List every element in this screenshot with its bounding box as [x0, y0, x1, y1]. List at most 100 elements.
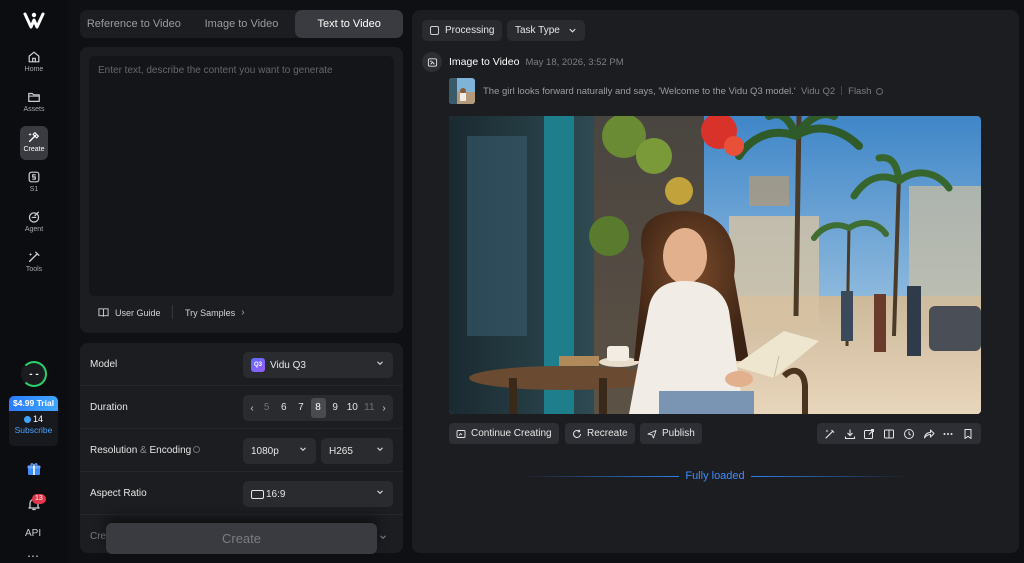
tab-image-to-video[interactable]: Image to Video	[188, 10, 296, 38]
recreate-label: Recreate	[587, 428, 628, 439]
continue-creating-label: Continue Creating	[471, 428, 552, 439]
generated-video-player[interactable]	[449, 116, 981, 414]
chevron-left-icon[interactable]: ‹	[247, 403, 257, 414]
tools-icon	[28, 251, 40, 263]
recreate-icon	[573, 429, 581, 438]
chevron-down-icon	[300, 447, 306, 452]
chevron-down-icon	[377, 361, 383, 366]
settings-panel: Model Q3 Vidu Q3 Duration ‹ 5 6 7 8 9 10…	[80, 343, 403, 553]
duration-option[interactable]: 11	[362, 398, 377, 418]
duration-option[interactable]: 5	[259, 398, 274, 418]
aspect-ratio-label: Aspect Ratio	[90, 488, 147, 499]
model-value: Vidu Q3	[270, 359, 306, 371]
tab-reference-to-video[interactable]: Reference to Video	[80, 10, 188, 38]
duration-option[interactable]: 9	[328, 398, 343, 418]
processing-filter[interactable]: Processing	[422, 20, 503, 41]
bookmark-icon[interactable]	[962, 428, 974, 440]
vidu-logo[interactable]	[22, 10, 46, 32]
vidu-q3-icon: Q3	[251, 358, 265, 372]
subscribe-link[interactable]: Subscribe	[9, 425, 58, 435]
aspect-ratio-value: 16:9	[266, 488, 286, 500]
sidebar-item-label: Tools	[25, 266, 43, 273]
publish-button[interactable]: Publish	[640, 423, 702, 444]
create-icon	[28, 131, 40, 143]
agent-icon	[28, 211, 40, 223]
checkbox-icon	[430, 26, 439, 35]
sidebar-item-create[interactable]: Create	[20, 126, 48, 160]
forward-icon[interactable]	[923, 428, 935, 440]
fully-loaded-indicator: Fully loaded	[522, 468, 909, 484]
video-toolbar	[817, 423, 981, 444]
chevron-down-icon	[569, 28, 576, 33]
more-icon[interactable]	[942, 428, 954, 440]
chevron-right-icon[interactable]: ›	[379, 403, 389, 414]
chevron-down-icon[interactable]	[378, 532, 388, 542]
info-icon	[193, 446, 201, 453]
duration-option[interactable]: 10	[345, 398, 360, 418]
divider	[841, 86, 843, 95]
duration-row: Duration ‹ 5 6 7 8 9 10 11 ›	[80, 386, 403, 429]
encoding-value: H265	[329, 445, 353, 457]
recreate-button[interactable]: Recreate	[565, 423, 635, 444]
aspect-ratio-select[interactable]: 16:9	[243, 481, 393, 507]
duration-option[interactable]: 6	[276, 398, 291, 418]
folder-icon	[28, 92, 40, 102]
info-icon[interactable]	[876, 88, 884, 95]
credits-count: 14	[9, 414, 58, 424]
encoding-select[interactable]: H265	[321, 438, 393, 464]
continue-creating-button[interactable]: Continue Creating	[449, 423, 559, 444]
create-button[interactable]: Create	[106, 523, 377, 554]
aspect-ratio-row: Aspect Ratio 16:9	[80, 472, 403, 515]
task-header: Image to Video May 18, 2026, 3:52 PM	[422, 52, 624, 72]
credit-icon	[23, 416, 31, 423]
model-select[interactable]: Q3 Vidu Q3	[243, 352, 393, 378]
task-title: Image to Video	[449, 56, 520, 68]
trial-price: $4.99 Trial	[9, 396, 58, 411]
sidebar-item-tools[interactable]: Tools	[20, 246, 48, 280]
duration-picker: ‹ 5 6 7 8 9 10 11 ›	[243, 395, 393, 421]
duration-option[interactable]: 7	[293, 398, 308, 418]
sidebar-item-s1[interactable]: S1	[20, 166, 48, 200]
sidebar-item-label: S1	[29, 186, 39, 193]
source-image-thumbnail[interactable]	[449, 78, 475, 104]
model-row: Model Q3 Vidu Q3	[80, 343, 403, 386]
book-icon	[98, 308, 109, 317]
share-out-icon[interactable]	[863, 428, 875, 440]
tab-text-to-video[interactable]: Text to Video	[295, 10, 404, 38]
duration-option-selected[interactable]: 8	[310, 398, 326, 418]
download-icon[interactable]	[844, 428, 856, 440]
resolution-row: Resolution & Encoding 1080p H265	[80, 429, 403, 472]
avatar[interactable]: - -	[21, 361, 47, 387]
sidebar-item-home[interactable]: Home	[20, 46, 48, 80]
sidebar-item-agent[interactable]: Agent	[20, 206, 48, 240]
partial-label: Cre	[90, 531, 107, 542]
user-guide-link[interactable]: User Guide	[98, 307, 161, 318]
prompt-panel: User Guide Try Samples ›	[80, 47, 403, 333]
model-label: Model	[90, 359, 118, 370]
task-timestamp: May 18, 2026, 3:52 PM	[525, 56, 624, 68]
fully-loaded-label: Fully loaded	[685, 470, 745, 482]
processing-label: Processing	[445, 25, 495, 36]
mode-tag: Flash	[848, 86, 872, 97]
sidebar-item-label: Assets	[23, 106, 45, 113]
chevron-down-icon	[377, 490, 383, 495]
api-link[interactable]: API	[25, 528, 41, 539]
resolution-value: 1080p	[251, 445, 279, 457]
generation-mode-tabs: Reference to Video Image to Video Text t…	[80, 10, 404, 38]
resolution-select[interactable]: 1080p	[243, 438, 316, 464]
try-samples-label: Try Samples	[185, 307, 236, 318]
divider	[172, 305, 173, 319]
task-type-dropdown[interactable]: Task Type	[507, 20, 585, 41]
gift-icon[interactable]	[26, 461, 42, 477]
subscribe-card[interactable]: $4.99 Trial 14 Subscribe	[9, 396, 58, 446]
sidebar-item-assets[interactable]: Assets	[20, 86, 48, 120]
sidebar-item-label: Home	[24, 66, 44, 73]
try-samples-link[interactable]: Try Samples ›	[185, 307, 245, 318]
app-root: Home Assets Create S1 Agent Tools - - $4…	[0, 0, 1024, 563]
more-menu-icon[interactable]: ⋯	[27, 549, 40, 563]
extend-icon[interactable]	[883, 428, 895, 440]
magic-wand-icon[interactable]	[824, 428, 836, 440]
divider	[750, 475, 909, 477]
history-icon[interactable]	[903, 428, 915, 440]
prompt-input[interactable]	[89, 56, 394, 296]
